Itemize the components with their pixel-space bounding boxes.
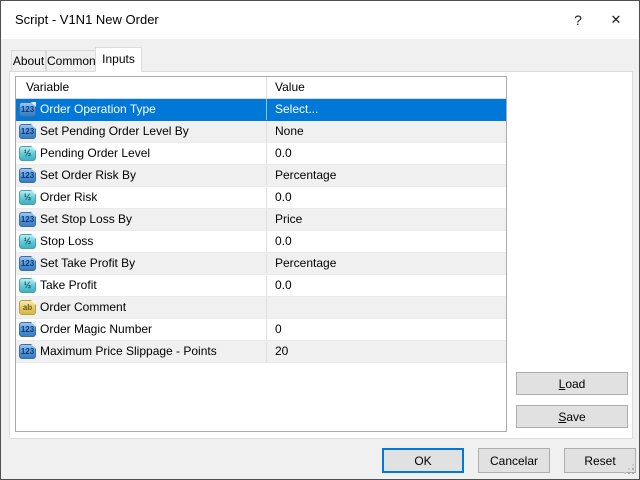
- int-type-icon: 123: [19, 322, 36, 337]
- reset-button[interactable]: Reset: [564, 448, 636, 473]
- variable-value[interactable]: Price: [267, 209, 506, 230]
- load-button-label: Load: [558, 376, 586, 391]
- table-row[interactable]: 123 Order Operation Type Select...: [16, 99, 506, 121]
- double-type-icon: ½: [19, 278, 36, 293]
- dialog-window: Script - V1N1 New Order ? ✕ About Common…: [0, 0, 640, 480]
- column-header-variable: Variable: [16, 77, 267, 99]
- int-type-icon: 123: [19, 124, 36, 139]
- variable-cell: ½ Order Risk: [16, 187, 267, 208]
- variable-value[interactable]: 0.0: [267, 187, 506, 208]
- variable-cell: ½ Stop Loss: [16, 231, 267, 252]
- ok-button[interactable]: OK: [382, 448, 464, 473]
- table-row[interactable]: 123 Set Stop Loss By Price: [16, 209, 506, 231]
- variable-value[interactable]: 0.0: [267, 275, 506, 296]
- help-icon: ?: [574, 12, 582, 28]
- table-row[interactable]: 123 Set Order Risk By Percentage: [16, 165, 506, 187]
- tab-about[interactable]: About: [11, 50, 46, 71]
- resize-grip[interactable]: [632, 472, 634, 474]
- variable-name: Maximum Price Slippage - Points: [40, 344, 217, 358]
- table-row[interactable]: ½ Pending Order Level 0.0: [16, 143, 506, 165]
- int-type-icon: 123: [19, 344, 36, 359]
- titlebar: Script - V1N1 New Order ? ✕: [1, 1, 639, 39]
- load-button[interactable]: Load: [516, 372, 628, 395]
- variable-cell: 123 Order Magic Number: [16, 319, 267, 340]
- ok-button-label: OK: [414, 453, 432, 468]
- table-row[interactable]: ½ Take Profit 0.0: [16, 275, 506, 297]
- variable-value[interactable]: None: [267, 121, 506, 142]
- help-button[interactable]: ?: [561, 1, 595, 39]
- window-title: Script - V1N1 New Order: [15, 12, 159, 27]
- tab-inputs[interactable]: Inputs: [95, 47, 142, 72]
- variable-value[interactable]: Percentage: [267, 165, 506, 186]
- variable-cell: ½ Pending Order Level: [16, 143, 267, 164]
- variable-cell: 123 Order Operation Type: [16, 99, 267, 120]
- table-row[interactable]: ab Order Comment: [16, 297, 506, 319]
- variable-value[interactable]: 0.0: [267, 231, 506, 252]
- variable-name: Order Comment: [40, 300, 127, 314]
- double-type-icon: ½: [19, 234, 36, 249]
- variable-value[interactable]: 0.0: [267, 143, 506, 164]
- table-header: Variable Value: [16, 77, 506, 99]
- double-type-icon: ½: [19, 146, 36, 161]
- variable-name: Order Risk: [40, 190, 98, 204]
- variable-cell: 123 Set Stop Loss By: [16, 209, 267, 230]
- variable-value[interactable]: [267, 297, 506, 318]
- inputs-table: Variable Value 123 Order Operation Type Se…: [15, 76, 507, 432]
- variable-value[interactable]: Percentage: [267, 253, 506, 274]
- variable-name: Stop Loss: [40, 234, 94, 248]
- variable-cell: 123 Set Order Risk By: [16, 165, 267, 186]
- close-button[interactable]: ✕: [599, 1, 633, 39]
- cancel-button-label: Cancelar: [489, 453, 539, 468]
- table-row[interactable]: 123 Set Pending Order Level By None: [16, 121, 506, 143]
- save-button-label: Save: [558, 409, 586, 424]
- variable-name: Set Stop Loss By: [40, 212, 133, 226]
- variable-name: Set Order Risk By: [40, 168, 137, 182]
- table-row[interactable]: ½ Order Risk 0.0: [16, 187, 506, 209]
- variable-cell: 123 Set Pending Order Level By: [16, 121, 267, 142]
- variable-value[interactable]: 20: [267, 341, 506, 362]
- table-row[interactable]: ½ Stop Loss 0.0: [16, 231, 506, 253]
- save-button[interactable]: Save: [516, 405, 628, 428]
- string-type-icon: ab: [19, 300, 36, 315]
- int-type-icon: 123: [19, 212, 36, 227]
- tab-common[interactable]: Common: [46, 50, 96, 71]
- int-type-icon: 123: [19, 168, 36, 183]
- int-type-icon: 123: [19, 256, 36, 271]
- double-type-icon: ½: [19, 190, 36, 205]
- variable-name: Order Magic Number: [40, 322, 153, 336]
- column-header-value: Value: [275, 80, 305, 94]
- variable-value[interactable]: Select...: [267, 99, 506, 120]
- variable-cell: 123 Maximum Price Slippage - Points: [16, 341, 267, 362]
- table-row[interactable]: 123 Maximum Price Slippage - Points 20: [16, 341, 506, 363]
- reset-button-label: Reset: [584, 453, 616, 468]
- table-rows: 123 Order Operation Type Select... 123 Set P…: [16, 99, 506, 363]
- variable-value[interactable]: 0: [267, 319, 506, 340]
- variable-cell: 123 Set Take Profit By: [16, 253, 267, 274]
- variable-cell: ½ Take Profit: [16, 275, 267, 296]
- variable-name: Set Take Profit By: [40, 256, 136, 270]
- close-icon: ✕: [610, 12, 622, 27]
- int-type-icon: 123: [19, 102, 36, 117]
- variable-name: Take Profit: [40, 278, 97, 292]
- variable-name: Set Pending Order Level By: [40, 124, 189, 138]
- variable-name: Order Operation Type: [40, 102, 156, 116]
- variable-name: Pending Order Level: [40, 146, 151, 160]
- inputs-tab-page: Variable Value 123 Order Operation Type Se…: [9, 71, 633, 439]
- table-row[interactable]: 123 Order Magic Number 0: [16, 319, 506, 341]
- variable-cell: ab Order Comment: [16, 297, 267, 318]
- cancel-button[interactable]: Cancelar: [478, 448, 550, 473]
- table-row[interactable]: 123 Set Take Profit By Percentage: [16, 253, 506, 275]
